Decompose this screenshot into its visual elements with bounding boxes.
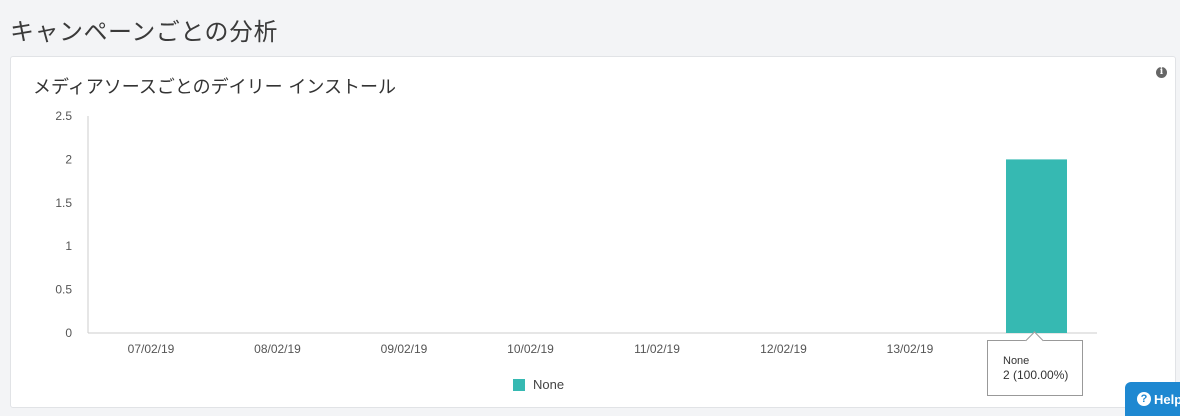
question-circle-icon: ? xyxy=(1137,392,1151,406)
x-tick-label: 12/02/19 xyxy=(760,342,807,356)
y-tick-label: 0 xyxy=(65,326,72,340)
y-tick-label: 1 xyxy=(65,239,72,253)
x-tick-label: 11/02/19 xyxy=(634,342,680,356)
y-tick-label: 1.5 xyxy=(55,196,72,210)
x-tick-label: 10/02/19 xyxy=(507,342,554,356)
x-tick-label: 13/02/19 xyxy=(887,342,934,356)
y-tick-label: 2.5 xyxy=(55,109,72,123)
x-tick-label: 09/02/19 xyxy=(381,342,428,356)
x-tick-label: 07/02/19 xyxy=(128,342,175,356)
legend-label: None xyxy=(533,377,565,392)
y-tick-label: 0.5 xyxy=(55,283,72,297)
x-tick-label: 08/02/19 xyxy=(254,342,301,356)
tooltip-value: 2 (100.00%) xyxy=(1003,368,1069,382)
help-label: Help xyxy=(1154,391,1180,407)
bar xyxy=(1006,159,1067,333)
chart-legend[interactable]: None xyxy=(513,377,564,392)
chart-tooltip: None 2 (100.00%) xyxy=(987,340,1083,396)
help-button[interactable]: ? Help xyxy=(1125,382,1180,416)
tooltip-series: None xyxy=(1003,355,1030,367)
y-tick-label: 2 xyxy=(65,152,72,166)
legend-swatch xyxy=(513,378,525,391)
